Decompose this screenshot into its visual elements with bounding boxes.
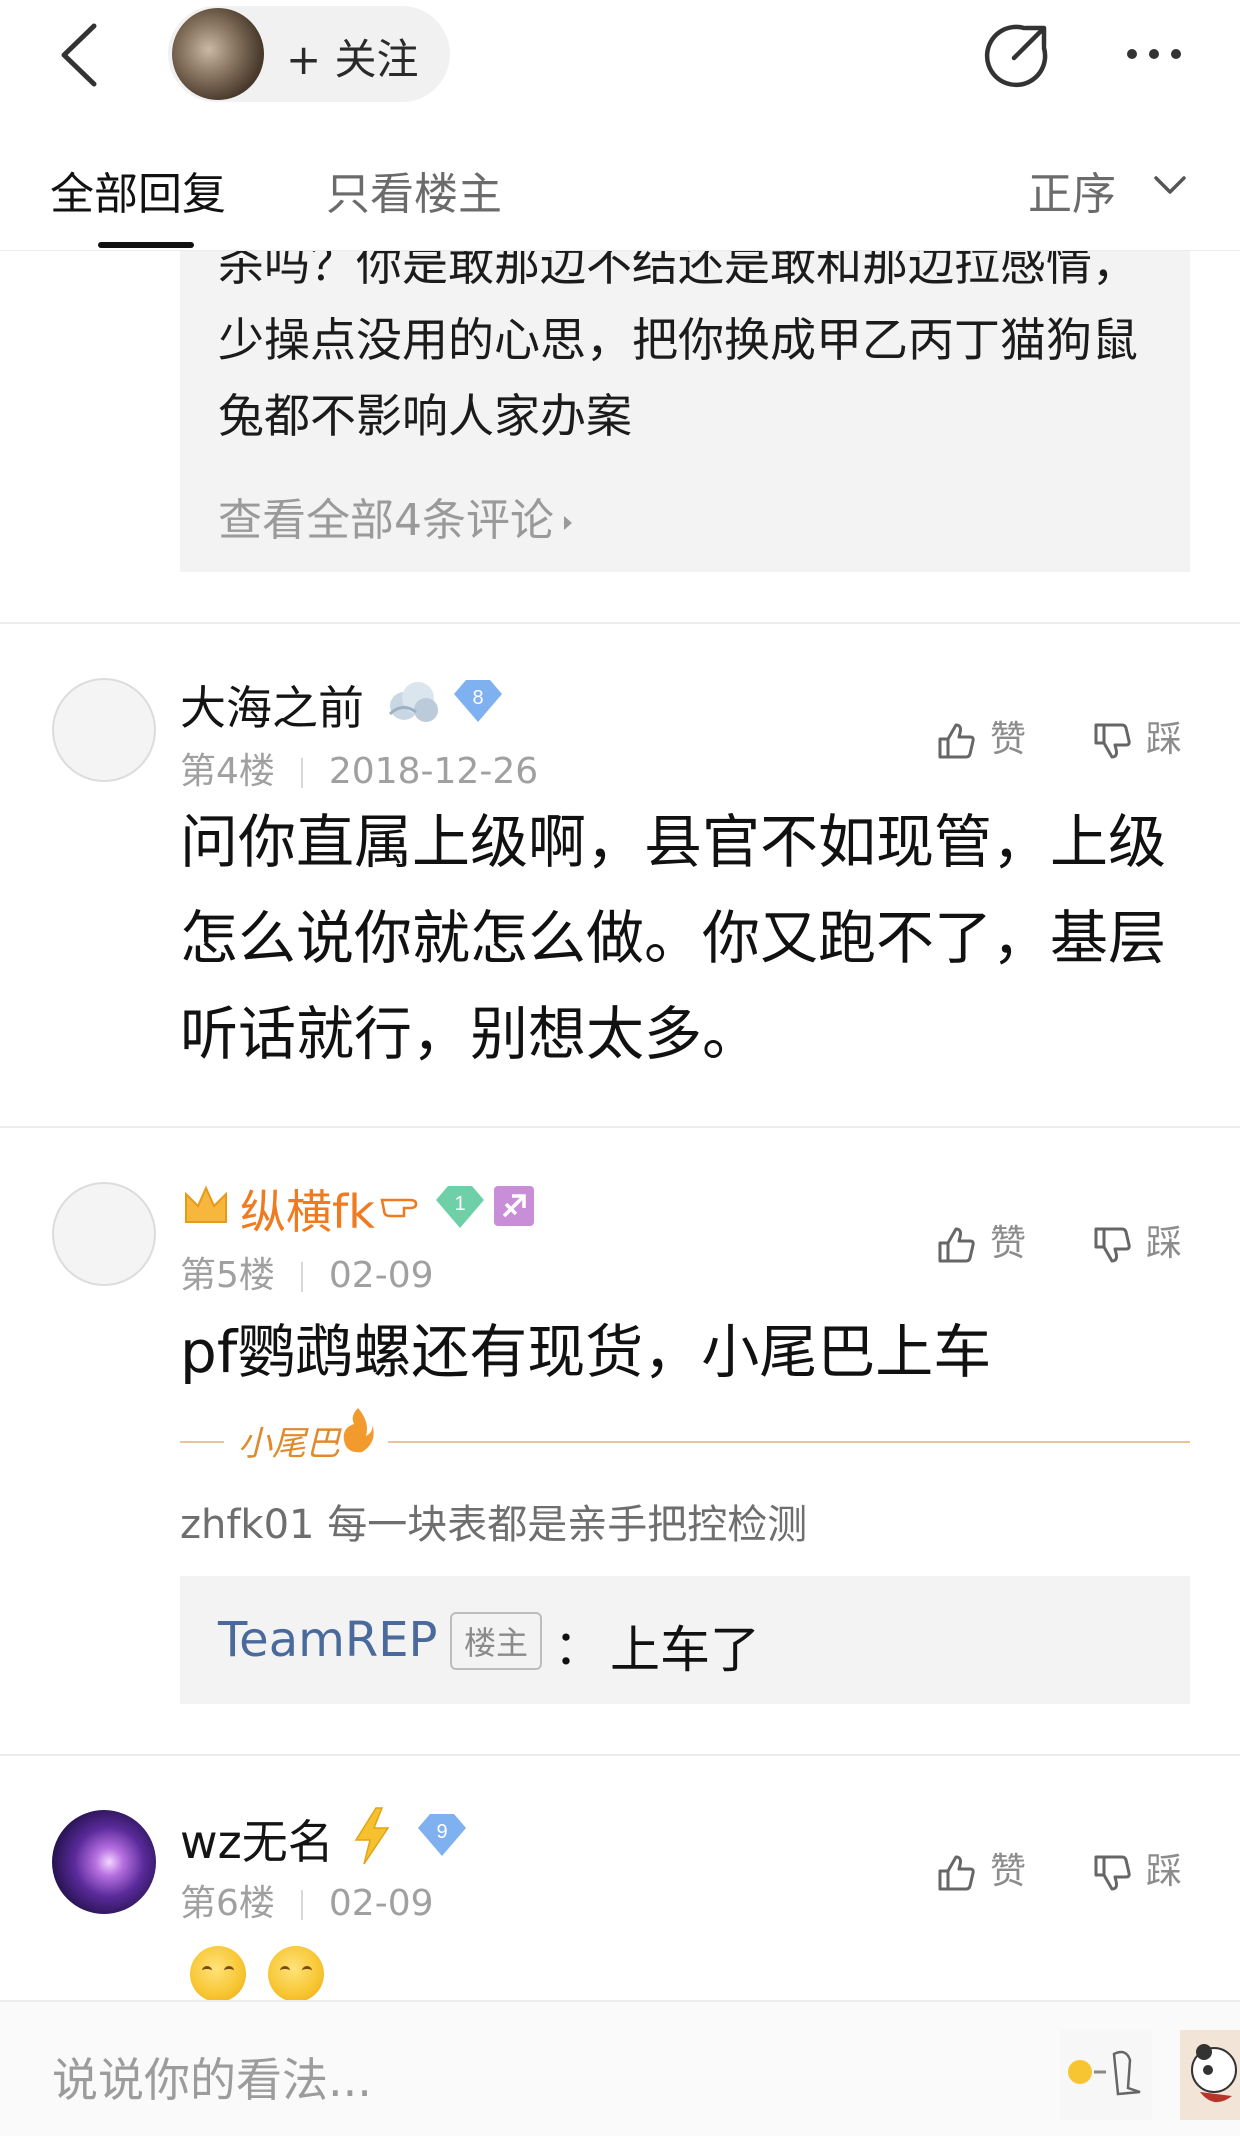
like-button[interactable]: 赞: [936, 1214, 1026, 1266]
level-number: 9: [436, 1821, 447, 1843]
thumbs-up-icon: [938, 723, 975, 759]
sagittarius-icon: [494, 1186, 534, 1226]
thumbs-up-icon: [938, 1227, 975, 1263]
back-icon[interactable]: [56, 22, 106, 88]
post-meta: 第6楼 02-09: [180, 1874, 434, 1926]
post-date: 2018-12-26: [328, 751, 539, 792]
post-meta: 第4楼 2018-12-26: [180, 742, 538, 794]
username[interactable]: 纵横fk: [240, 1176, 375, 1242]
thumbs-down-icon: [1094, 1855, 1131, 1891]
like-button[interactable]: 赞: [936, 1842, 1026, 1894]
follow-button[interactable]: + 关注: [286, 26, 419, 87]
level-number: 8: [472, 687, 483, 709]
panda-sticker-icon[interactable]: [1180, 2030, 1240, 2120]
floor-number: 第4楼: [180, 751, 275, 792]
smile-emoji-icon: [268, 1946, 324, 2002]
meta-separator: [300, 1890, 303, 1920]
dislike-button[interactable]: 踩: [1092, 1214, 1182, 1266]
chevron-down-icon[interactable]: [1150, 170, 1190, 200]
tail-divider-right: [388, 1441, 1190, 1443]
pointing-hand-icon: [380, 1198, 418, 1218]
sort-dropdown[interactable]: 正序: [1028, 158, 1116, 222]
author-tag: 楼主: [450, 1612, 543, 1670]
dislike-button[interactable]: 踩: [1092, 1842, 1182, 1894]
username[interactable]: 大海之前: [180, 672, 364, 738]
meta-separator: [300, 758, 303, 788]
like-button[interactable]: 赞: [936, 710, 1026, 762]
reply-text: 上车了: [610, 1621, 760, 1679]
tab-bar: 全部回复 只看楼主 正序: [0, 110, 1240, 251]
comment-input[interactable]: 说说你的看法...: [52, 2044, 372, 2110]
view-all-comments-link[interactable]: 查看全部4条评论: [218, 484, 572, 548]
post-date: 02-09: [328, 1883, 434, 1924]
tail-label: 小尾巴: [238, 1424, 340, 1464]
share-icon[interactable]: [984, 22, 1050, 88]
chevron-right-icon: [564, 516, 572, 530]
dislike-label: 踩: [1146, 1851, 1183, 1892]
level-badge-icon: 1: [436, 1186, 484, 1228]
dislike-button[interactable]: 踩: [1092, 710, 1182, 762]
floor-number: 第5楼: [180, 1255, 275, 1296]
reply-colon: ：: [554, 1620, 603, 1676]
post-meta: 第5楼 02-09: [180, 1246, 434, 1298]
post-content: pf鹦鹉螺还有现货，小尾巴上车: [180, 1318, 992, 1386]
tab-only-author[interactable]: 只看楼主: [326, 158, 502, 222]
tab-all-replies[interactable]: 全部回复: [50, 158, 226, 222]
avatar[interactable]: [52, 1810, 156, 1914]
lightning-icon: [354, 1807, 390, 1865]
post-date: 02-09: [328, 1255, 434, 1296]
level-number: 1: [454, 1193, 465, 1215]
sticker-icon[interactable]: [1060, 2030, 1152, 2120]
view-all-label: 查看全部4条评论: [218, 495, 554, 546]
thumbs-up-icon: [938, 1855, 975, 1891]
thumbs-down-icon: [1094, 1227, 1131, 1263]
sub-reply-text: 杀吗？你是敢那边不结还是敢和那边拉感情，少操点没用的心思，把你换成甲乙丙丁猫狗鼠…: [218, 237, 1138, 443]
like-label: 赞: [990, 1851, 1027, 1892]
flame-icon: [343, 1408, 374, 1453]
smile-emoji-icon: [190, 1946, 246, 2002]
username[interactable]: wz无名: [180, 1806, 334, 1872]
more-icon[interactable]: [1124, 36, 1184, 72]
tail-divider-left: [180, 1441, 224, 1443]
level-badge-icon: 9: [418, 1814, 466, 1856]
reply-username[interactable]: TeamREP: [218, 1612, 438, 1668]
cloud-icon: [388, 682, 438, 722]
thumbs-down-icon: [1094, 723, 1131, 759]
crown-icon: [185, 1185, 227, 1223]
floor-number: 第6楼: [180, 1883, 275, 1924]
like-label: 赞: [990, 1223, 1027, 1264]
level-badge-icon: 8: [454, 680, 502, 722]
dislike-label: 踩: [1146, 719, 1183, 760]
divider: [0, 1754, 1240, 1756]
tab-active-indicator: [98, 242, 194, 248]
tail-text: zhfk01 每一块表都是亲手把控检测: [180, 1502, 808, 1548]
post-content: 问你直属上级啊，县官不如现管，上级怎么说你就怎么做。你又跑不了，基层听话就行，别…: [180, 808, 1167, 1068]
divider: [0, 1126, 1240, 1128]
avatar[interactable]: [52, 678, 156, 782]
thread-author-avatar[interactable]: [172, 8, 264, 100]
dislike-label: 踩: [1146, 1223, 1183, 1264]
avatar[interactable]: [52, 1182, 156, 1286]
meta-separator: [300, 1262, 303, 1292]
like-label: 赞: [990, 719, 1027, 760]
divider: [0, 622, 1240, 624]
